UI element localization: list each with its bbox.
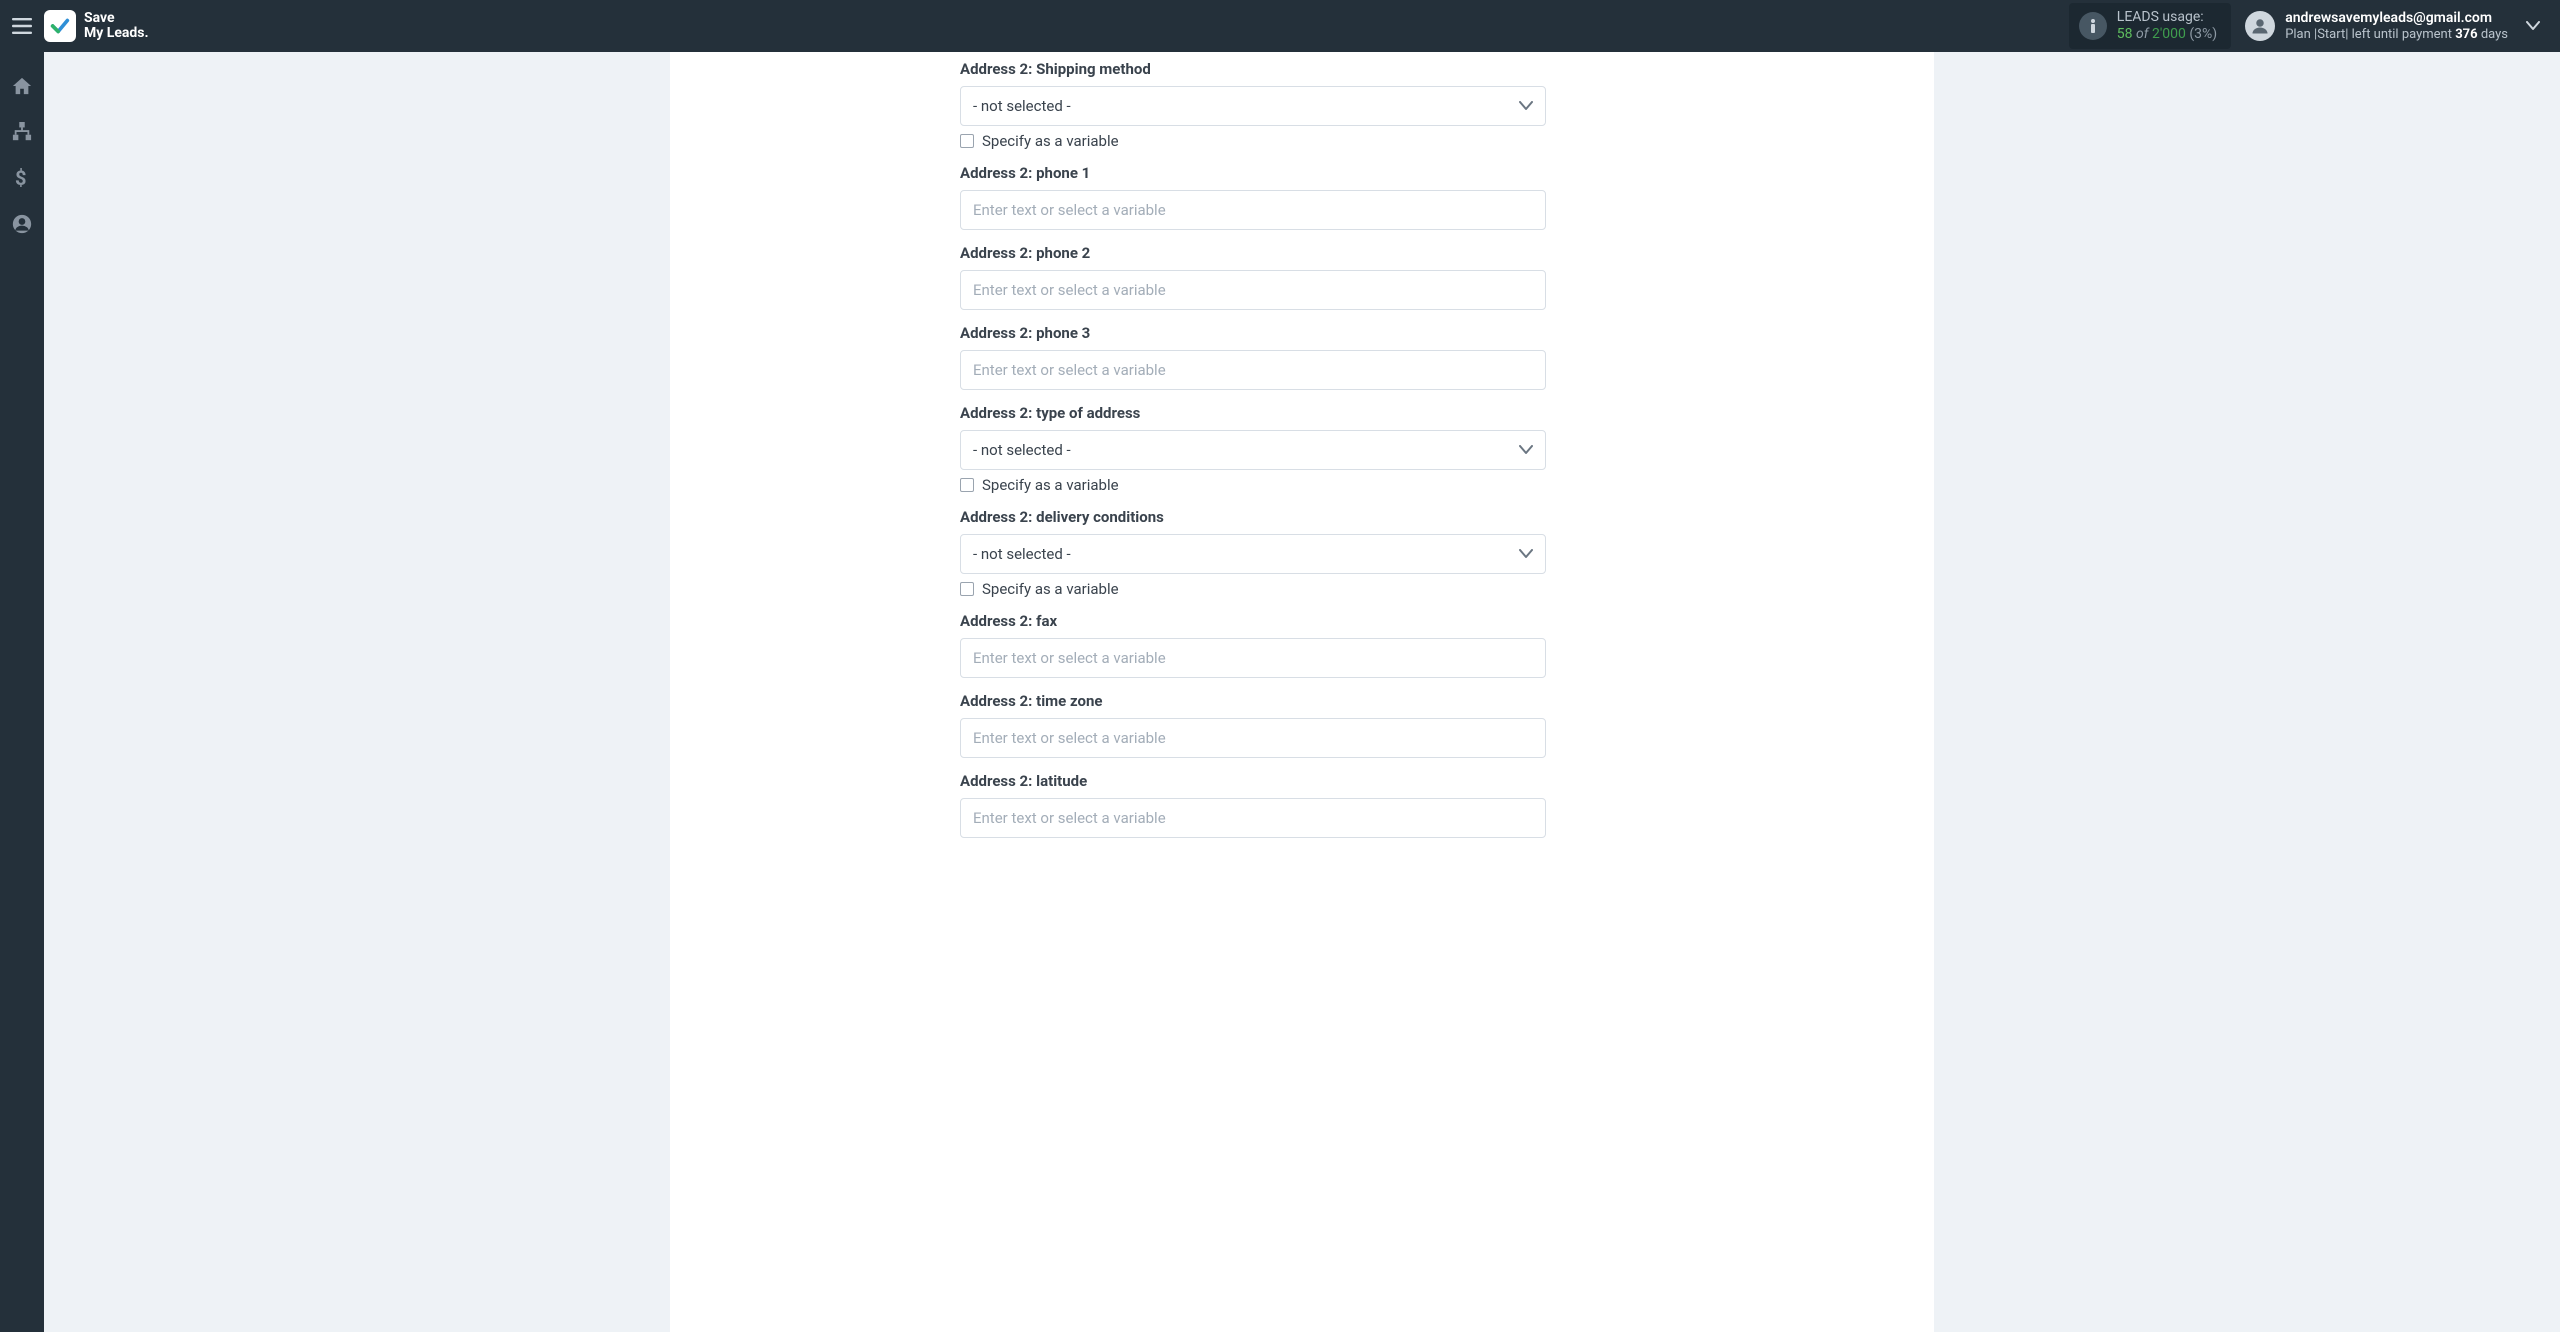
form-column: Address 2: Shipping method - not selected… <box>960 60 1546 838</box>
user-lines: andrewsavemyleads@gmail.com Plan |Start|… <box>2285 10 2508 42</box>
sidebar-rail: $ <box>0 52 44 1332</box>
nav-connections[interactable] <box>10 120 34 144</box>
avatar <box>2245 11 2275 41</box>
input-placeholder: Enter text or select a variable <box>973 201 1166 219</box>
select-address_type[interactable]: - not selected - <box>960 430 1546 470</box>
chevron-down-icon <box>1519 101 1533 111</box>
sitemap-icon <box>11 122 33 142</box>
nav-home[interactable] <box>10 74 34 98</box>
field-label: Address 2: latitude <box>960 772 1546 790</box>
info-icon <box>2079 12 2107 40</box>
input-placeholder: Enter text or select a variable <box>973 809 1166 827</box>
brand-line2: My Leads. <box>84 26 149 41</box>
field-label: Address 2: Shipping method <box>960 60 1546 78</box>
menu-toggle-button[interactable] <box>0 0 44 52</box>
usage-total: 2'000 <box>2152 26 2186 42</box>
input-placeholder: Enter text or select a variable <box>973 281 1166 299</box>
usage-current: 58 <box>2117 26 2133 42</box>
chevron-down-icon <box>2526 21 2540 31</box>
form-card: Address 2: Shipping method - not selected… <box>670 52 1934 1332</box>
field-label: Address 2: phone 1 <box>960 164 1546 182</box>
brand-text: Save My Leads. <box>84 11 149 40</box>
user-plan-prefix: Plan |Start| left until payment <box>2285 27 2455 42</box>
specify-variable-label: Specify as a variable <box>982 476 1119 494</box>
usage-text: LEADS usage: 58 of 2'000 (3%) <box>2117 9 2217 43</box>
input-placeholder: Enter text or select a variable <box>973 649 1166 667</box>
user-circle-icon <box>12 214 32 234</box>
usage-box: LEADS usage: 58 of 2'000 (3%) <box>2069 3 2231 49</box>
field-latitude: Address 2: latitude Enter text or select … <box>960 772 1546 838</box>
user-plan-line: Plan |Start| left until payment 376 days <box>2285 27 2508 43</box>
field-label: Address 2: delivery conditions <box>960 508 1546 526</box>
usage-of: of <box>2136 26 2148 42</box>
field-label: Address 2: fax <box>960 612 1546 630</box>
specify-variable-label: Specify as a variable <box>982 132 1119 150</box>
select-value: - not selected - <box>973 441 1519 459</box>
field-label: Address 2: type of address <box>960 404 1546 422</box>
user-email: andrewsavemyleads@gmail.com <box>2285 10 2508 27</box>
page-scroll[interactable]: Address 2: Shipping method - not selected… <box>44 52 2560 1332</box>
field-time_zone: Address 2: time zone Enter text or select… <box>960 692 1546 758</box>
field-label: Address 2: phone 2 <box>960 244 1546 262</box>
user-menu[interactable]: andrewsavemyleads@gmail.com Plan |Start|… <box>2245 10 2560 42</box>
field-fax: Address 2: fax Enter text or select a var… <box>960 612 1546 678</box>
hamburger-icon <box>12 18 32 34</box>
specify-variable-row: Specify as a variable <box>960 476 1546 494</box>
input-placeholder: Enter text or select a variable <box>973 729 1166 747</box>
specify-variable-row: Specify as a variable <box>960 580 1546 598</box>
input-placeholder: Enter text or select a variable <box>973 361 1166 379</box>
usage-label: LEADS usage: <box>2117 9 2217 26</box>
specify-variable-checkbox[interactable] <box>960 478 974 492</box>
input-time_zone[interactable]: Enter text or select a variable <box>960 718 1546 758</box>
chevron-down-icon <box>1519 549 1533 559</box>
topbar: Save My Leads. LEADS usage: 58 of 2'000 … <box>0 0 2560 52</box>
input-phone3[interactable]: Enter text or select a variable <box>960 350 1546 390</box>
field-label: Address 2: time zone <box>960 692 1546 710</box>
input-phone2[interactable]: Enter text or select a variable <box>960 270 1546 310</box>
field-phone1: Address 2: phone 1 Enter text or select a… <box>960 164 1546 230</box>
nav-billing[interactable]: $ <box>10 166 34 190</box>
chevron-down-icon <box>1519 445 1533 455</box>
user-plan-suffix: days <box>2478 27 2508 42</box>
specify-variable-label: Specify as a variable <box>982 580 1119 598</box>
select-value: - not selected - <box>973 545 1519 563</box>
field-phone3: Address 2: phone 3 Enter text or select a… <box>960 324 1546 390</box>
brand-logo <box>44 10 76 42</box>
check-icon <box>49 15 71 37</box>
specify-variable-checkbox[interactable] <box>960 582 974 596</box>
input-latitude[interactable]: Enter text or select a variable <box>960 798 1546 838</box>
specify-variable-row: Specify as a variable <box>960 132 1546 150</box>
dollar-icon: $ <box>15 167 29 189</box>
select-shipping_method[interactable]: - not selected - <box>960 86 1546 126</box>
nav-account[interactable] <box>10 212 34 236</box>
brand[interactable]: Save My Leads. <box>44 10 149 42</box>
brand-line1: Save <box>84 11 149 26</box>
user-plan-days: 376 <box>2455 27 2477 42</box>
user-icon <box>2251 17 2269 35</box>
specify-variable-checkbox[interactable] <box>960 134 974 148</box>
field-address_type: Address 2: type of address - not selected… <box>960 404 1546 494</box>
field-shipping_method: Address 2: Shipping method - not selected… <box>960 60 1546 150</box>
field-phone2: Address 2: phone 2 Enter text or select a… <box>960 244 1546 310</box>
usage-percent: (3%) <box>2189 26 2217 42</box>
input-phone1[interactable]: Enter text or select a variable <box>960 190 1546 230</box>
select-value: - not selected - <box>973 97 1519 115</box>
field-label: Address 2: phone 3 <box>960 324 1546 342</box>
input-fax[interactable]: Enter text or select a variable <box>960 638 1546 678</box>
select-delivery_conditions[interactable]: - not selected - <box>960 534 1546 574</box>
home-icon <box>11 76 33 96</box>
svg-text:$: $ <box>15 167 26 189</box>
field-delivery_conditions: Address 2: delivery conditions - not sele… <box>960 508 1546 598</box>
